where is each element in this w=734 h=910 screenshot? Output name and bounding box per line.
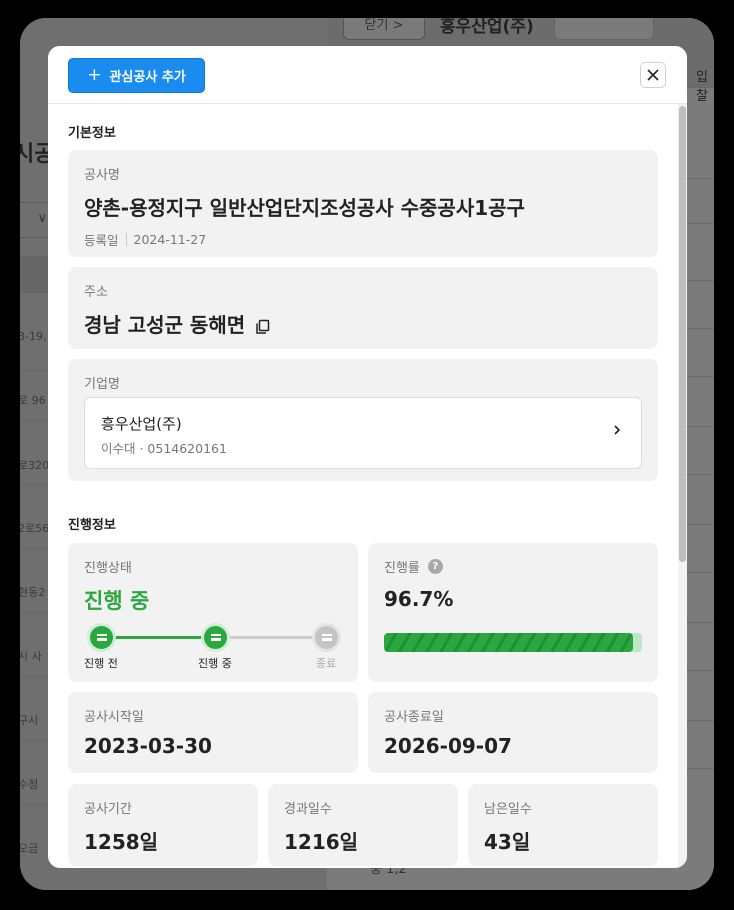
background-row-text: 현동2 bbox=[20, 586, 46, 599]
stepper-line-done bbox=[96, 636, 216, 639]
remaining-days-value: 43일 bbox=[484, 830, 531, 854]
project-name-label: 공사명 bbox=[84, 168, 120, 183]
elapsed-days-value: 1216일 bbox=[284, 830, 359, 854]
end-date-value: 2026-09-07 bbox=[384, 734, 512, 758]
scrollbar-thumb[interactable] bbox=[679, 106, 686, 562]
start-date-label: 공사시작일 bbox=[84, 710, 144, 725]
chevron-right-icon bbox=[614, 425, 621, 435]
duration-label: 공사기간 bbox=[84, 802, 132, 817]
background-row-text: 로320 bbox=[20, 459, 50, 472]
status-label: 진행상태 bbox=[84, 561, 132, 576]
status-value: 진행 중 bbox=[84, 589, 150, 613]
add-interest-project-button[interactable]: + 관심공사 추가 bbox=[68, 58, 205, 93]
company-label: 기업명 bbox=[84, 377, 120, 392]
registration-date: 2024-11-27 bbox=[133, 232, 207, 247]
elapsed-days-card: 경과일수 1216일 bbox=[268, 784, 458, 866]
help-icon[interactable]: ? bbox=[427, 559, 443, 574]
progress-rate-value: 96.7% bbox=[384, 587, 454, 611]
close-button[interactable] bbox=[640, 62, 666, 88]
progress-rate-header: 진행률 ? bbox=[384, 557, 443, 576]
company-link[interactable]: 흥우산업(주) 이수대 · 0514620161 bbox=[84, 397, 642, 469]
elapsed-days-label: 경과일수 bbox=[284, 802, 332, 817]
chevron-down-icon: ∨ bbox=[37, 211, 47, 226]
registration-row: 등록일 2024-11-27 bbox=[84, 230, 206, 249]
start-date-card: 공사시작일 2023-03-30 bbox=[68, 692, 358, 773]
status-card: 진행상태 진행 중 진행 전 진행 중 종료 bbox=[68, 543, 358, 682]
company-card: 기업명 흥우산업(주) 이수대 · 0514620161 bbox=[68, 359, 658, 481]
background-row-text: 로 96 bbox=[20, 394, 46, 407]
status-stepper: 진행 전 진행 중 종료 bbox=[84, 623, 342, 671]
background-row-text: 오금 bbox=[20, 842, 39, 855]
address-label: 주소 bbox=[84, 285, 108, 300]
progress-info-heading: 진행정보 bbox=[68, 518, 116, 533]
step-label-in-progress: 진행 중 bbox=[198, 657, 232, 670]
remaining-days-label: 남은일수 bbox=[484, 802, 532, 817]
duration-value: 1258일 bbox=[84, 830, 159, 854]
start-date-value: 2023-03-30 bbox=[84, 734, 212, 758]
duration-card: 공사기간 1258일 bbox=[68, 784, 258, 866]
step-label-finished: 종료 bbox=[316, 657, 337, 670]
background-company-logo bbox=[554, 18, 654, 40]
basic-info-heading: 기본정보 bbox=[68, 126, 116, 141]
background-row-text: 2로56 bbox=[20, 522, 50, 535]
address-row: 경남 고성군 동해면 bbox=[84, 309, 271, 338]
background-row-text: 시 사 bbox=[20, 650, 42, 663]
background-row-text: 수정 bbox=[20, 778, 39, 791]
end-date-card: 공사종료일 2026-09-07 bbox=[368, 692, 658, 773]
close-icon bbox=[647, 69, 659, 81]
progress-bar-fill bbox=[384, 633, 634, 652]
modal-header: + 관심공사 추가 bbox=[48, 46, 687, 104]
registration-label: 등록일 bbox=[84, 233, 119, 248]
divider bbox=[125, 233, 127, 246]
progress-bar bbox=[384, 633, 642, 652]
end-date-label: 공사종료일 bbox=[384, 710, 444, 725]
address-card: 주소 경남 고성군 동해면 bbox=[68, 267, 658, 349]
background-row-text: 3-19, bbox=[20, 330, 47, 343]
plus-icon: + bbox=[87, 65, 102, 85]
address-value: 경남 고성군 동해면 bbox=[84, 313, 246, 337]
project-name: 양촌-용정지구 일반산업단지조성공사 수중공사1공구 bbox=[84, 196, 525, 220]
project-detail-modal: + 관심공사 추가 기본정보 공사명 양촌-용정지구 일반산업단지조성공사 수중… bbox=[48, 46, 687, 868]
step-finished-icon bbox=[315, 626, 338, 649]
add-interest-project-label: 관심공사 추가 bbox=[109, 70, 186, 85]
stepper-line-pending bbox=[216, 636, 328, 639]
progress-rate-label: 진행률 bbox=[384, 561, 420, 576]
background-company-title: 흥우산업(주) bbox=[440, 18, 534, 37]
progress-rate-card: 진행률 ? 96.7% bbox=[368, 543, 658, 682]
company-name: 흥우산업(주) bbox=[101, 415, 182, 433]
copy-icon[interactable] bbox=[255, 316, 271, 334]
background-close-pill: 닫기 > bbox=[343, 18, 425, 40]
project-name-card: 공사명 양촌-용정지구 일반산업단지조성공사 수중공사1공구 등록일 2024-… bbox=[68, 150, 658, 257]
step-label-before: 진행 전 bbox=[84, 657, 118, 670]
background-tab-text: 입찰 bbox=[696, 70, 708, 104]
remaining-days-card: 남은일수 43일 bbox=[468, 784, 658, 866]
step-before-icon bbox=[90, 626, 113, 649]
step-in-progress-icon bbox=[204, 626, 227, 649]
background-row-text: 구시 bbox=[20, 714, 39, 727]
company-contact: 이수대 · 0514620161 bbox=[101, 441, 227, 456]
